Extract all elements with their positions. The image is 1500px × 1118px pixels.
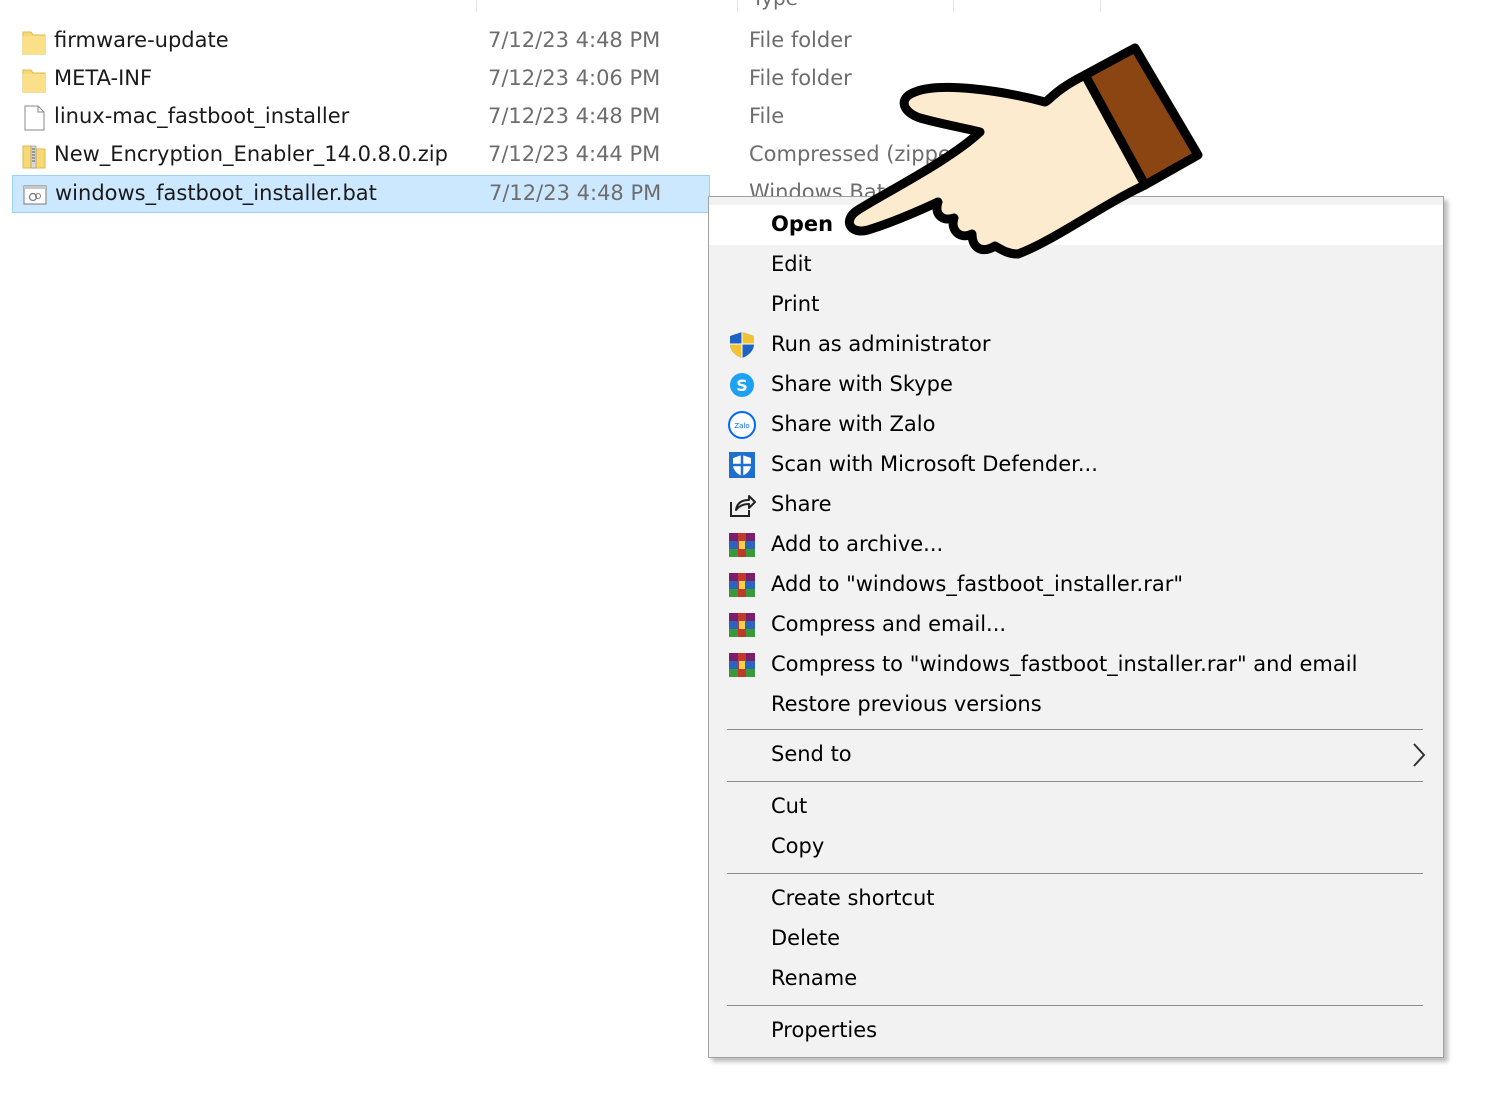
zalo-icon-text: Zalo <box>734 422 749 430</box>
menu-label: Add to "windows_fastboot_installer.rar" <box>771 572 1184 596</box>
menu-item-cut[interactable]: Cut <box>709 787 1443 827</box>
file-date: 7/12/23 4:06 PM <box>488 66 661 90</box>
file-date: 7/12/23 4:44 PM <box>488 142 661 166</box>
uac-shield-icon <box>730 332 754 358</box>
column-divider[interactable] <box>737 0 738 12</box>
menu-label: Compress and email... <box>771 612 1007 636</box>
menu-label: Send to <box>771 742 852 766</box>
menu-label: Open <box>771 212 834 236</box>
file-date: 7/12/23 4:48 PM <box>488 104 661 128</box>
folder-icon <box>22 69 46 93</box>
file-name: windows_fastboot_installer.bat <box>55 181 377 205</box>
menu-item-share-with-zalo[interactable]: Zalo Share with Zalo <box>709 405 1443 445</box>
winrar-icon <box>729 573 755 597</box>
menu-separator <box>727 873 1423 874</box>
column-divider[interactable] <box>476 0 477 12</box>
menu-label: Properties <box>771 1018 878 1042</box>
file-icon <box>24 105 45 131</box>
file-date: 7/12/23 4:48 PM <box>488 28 661 52</box>
zalo-icon: Zalo <box>728 411 756 439</box>
column-divider[interactable] <box>953 0 954 12</box>
menu-item-compress-to-rar-and-email[interactable]: Compress to "windows_fastboot_installer.… <box>709 645 1443 685</box>
column-divider[interactable] <box>1100 0 1101 12</box>
menu-label: Restore previous versions <box>771 692 1042 716</box>
winrar-icon <box>729 613 755 637</box>
menu-item-add-to-archive[interactable]: Add to archive... <box>709 525 1443 565</box>
menu-item-run-as-administrator[interactable]: Run as administrator <box>709 325 1443 365</box>
batch-file-icon <box>23 185 47 205</box>
menu-item-restore-previous-versions[interactable]: Restore previous versions <box>709 685 1443 725</box>
menu-item-rename[interactable]: Rename <box>709 959 1443 999</box>
skype-icon: S <box>730 373 754 397</box>
menu-item-compress-and-email[interactable]: Compress and email... <box>709 605 1443 645</box>
menu-label: Share with Zalo <box>771 412 936 436</box>
menu-label: Delete <box>771 926 840 950</box>
svg-text:S: S <box>736 376 748 395</box>
menu-item-share[interactable]: Share <box>709 485 1443 525</box>
menu-label: Share <box>771 492 832 516</box>
winrar-icon <box>729 533 755 557</box>
defender-icon <box>729 452 755 478</box>
menu-label: Add to archive... <box>771 532 944 556</box>
zip-icon <box>22 145 46 169</box>
menu-label: Print <box>771 292 820 316</box>
menu-item-send-to[interactable]: Send to <box>709 735 1443 775</box>
file-type: File <box>749 104 785 128</box>
menu-label: Run as administrator <box>771 332 991 356</box>
menu-label: Scan with Microsoft Defender... <box>771 452 1098 476</box>
column-header-type[interactable]: Type <box>752 0 798 10</box>
menu-label: Cut <box>771 794 808 818</box>
menu-label: Create shortcut <box>771 886 935 910</box>
file-name: linux-mac_fastboot_installer <box>54 104 350 128</box>
file-row-windows-fastboot-installer-bat[interactable]: windows_fastboot_installer.bat 7/12/23 4… <box>12 175 710 213</box>
file-row-new-encryption-enabler-zip[interactable]: New_Encryption_Enabler_14.0.8.0.zip 7/12… <box>12 137 1044 175</box>
menu-item-copy[interactable]: Copy <box>709 827 1443 867</box>
winrar-icon <box>729 653 755 677</box>
menu-item-add-to-rar[interactable]: Add to "windows_fastboot_installer.rar" <box>709 565 1443 605</box>
context-menu: Open Edit Print Run as administrator S S… <box>708 196 1444 1058</box>
folder-icon <box>22 31 46 55</box>
menu-item-create-shortcut[interactable]: Create shortcut <box>709 879 1443 919</box>
file-row-firmware-update[interactable]: firmware-update 7/12/23 4:48 PM File fol… <box>12 23 852 61</box>
menu-label: Compress to "windows_fastboot_installer.… <box>771 652 1358 676</box>
menu-label: Rename <box>771 966 858 990</box>
menu-item-scan-with-defender[interactable]: Scan with Microsoft Defender... <box>709 445 1443 485</box>
chevron-right-icon <box>1413 743 1426 767</box>
menu-item-print[interactable]: Print <box>709 285 1443 325</box>
menu-separator <box>727 1005 1423 1006</box>
file-name: firmware-update <box>54 28 229 52</box>
file-name: New_Encryption_Enabler_14.0.8.0.zip <box>54 142 448 166</box>
file-row-linux-mac-fastboot-installer[interactable]: linux-mac_fastboot_installer 7/12/23 4:4… <box>12 99 784 137</box>
menu-separator <box>727 781 1423 782</box>
menu-label: Copy <box>771 834 825 858</box>
menu-label: Share with Skype <box>771 372 953 396</box>
menu-label: Edit <box>771 252 812 276</box>
file-row-meta-inf[interactable]: META-INF 7/12/23 4:06 PM File folder <box>12 61 852 99</box>
menu-separator <box>727 729 1423 730</box>
share-icon <box>730 495 756 517</box>
file-name: META-INF <box>54 66 153 90</box>
menu-item-share-with-skype[interactable]: S Share with Skype <box>709 365 1443 405</box>
pointing-hand-icon <box>844 43 1203 259</box>
menu-item-properties[interactable]: Properties <box>709 1011 1443 1051</box>
file-date: 7/12/23 4:48 PM <box>489 181 662 205</box>
menu-item-delete[interactable]: Delete <box>709 919 1443 959</box>
